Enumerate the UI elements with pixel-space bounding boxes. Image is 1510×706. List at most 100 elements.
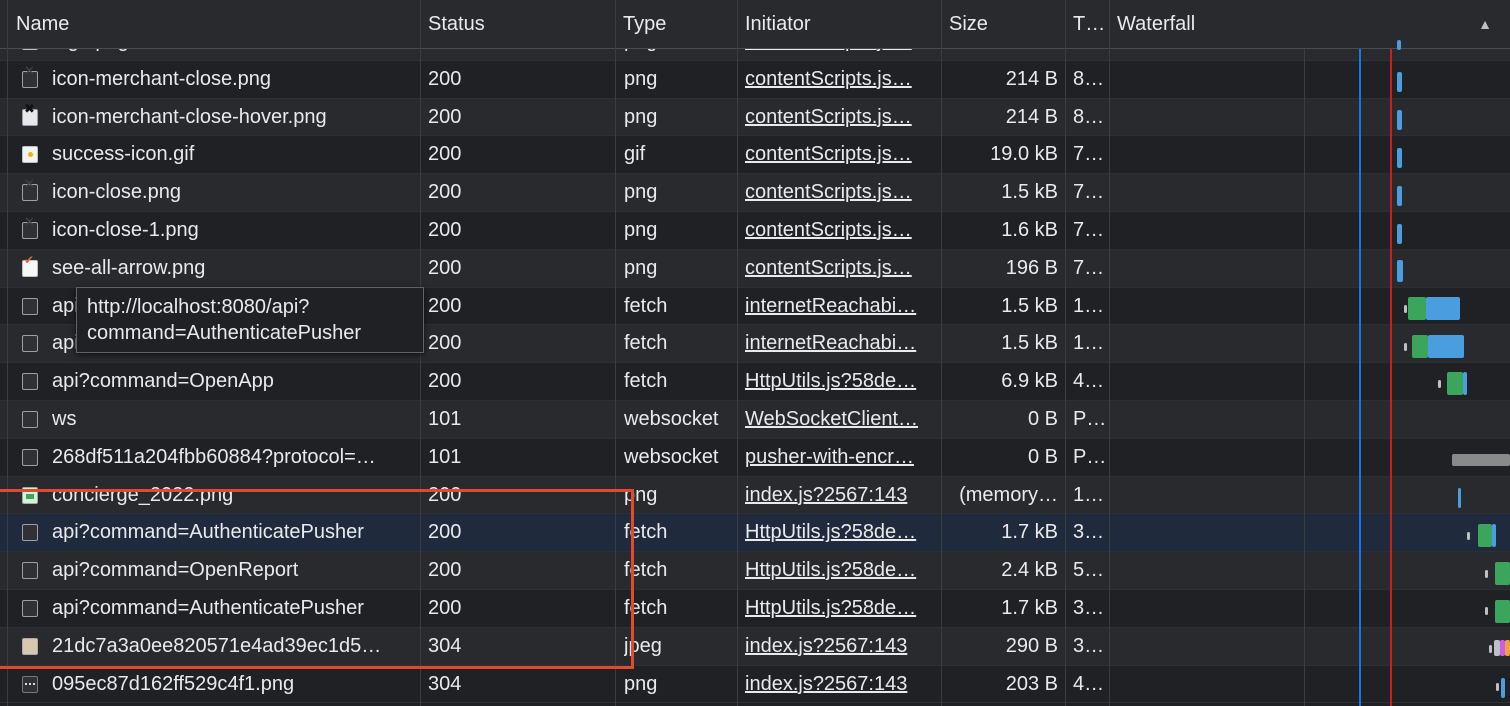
waterfall-load-line [1390,49,1392,706]
waterfall-timing-bar[interactable] [1452,454,1510,466]
column-header-size[interactable]: Size [941,0,1065,48]
waterfall-timing-bar[interactable] [1408,297,1426,320]
request-type: png [624,181,658,204]
request-name: 268df511a204fbb60884?protocol=… [52,445,376,468]
column-header-time[interactable]: T… [1065,0,1109,48]
request-initiator-link[interactable]: HttpUtils.js?58de… [745,363,935,400]
column-header-initiator[interactable]: Initiator [737,0,941,48]
table-row[interactable]: icon-close-1.png 200 png contentScripts.js…… [0,211,1510,250]
waterfall-timing-bar[interactable] [1397,110,1402,130]
waterfall-timing-bar[interactable] [1478,524,1492,547]
request-type: fetch [624,596,668,619]
document-icon [22,410,38,428]
request-size: (memory… [959,483,1058,506]
image-icon [22,675,38,693]
request-status: 200 [428,294,462,317]
waterfall-timing-bar[interactable] [1397,148,1402,168]
request-initiator-link[interactable]: HttpUtils.js?58de… [745,514,935,551]
waterfall-timing-bar[interactable] [1397,260,1403,282]
waterfall-timing-bar[interactable] [1397,224,1402,244]
waterfall-timing-bar[interactable] [1485,607,1488,615]
column-header-type[interactable]: Type [615,0,737,48]
table-row[interactable]: api?command=OpenApp 200 fetch HttpUtils.js?… [0,363,1510,401]
waterfall-timing-bar[interactable] [1438,380,1441,388]
request-size: 214 B [1005,105,1058,128]
waterfall-timing-bar[interactable] [1467,532,1470,540]
request-name: see-all-arrow.png [52,256,206,279]
table-row[interactable]: 268df511a204fbb60884?protocol=… 101 websoc… [0,438,1510,477]
request-initiator-link[interactable]: index.js?2567:143 [745,477,935,514]
column-divider[interactable] [941,0,942,706]
waterfall-timing-bar[interactable] [1397,40,1401,50]
request-time: 3… [1073,634,1105,657]
request-time: 8… [1073,67,1105,90]
waterfall-timing-bar[interactable] [1447,372,1463,395]
request-initiator-link[interactable]: HttpUtils.js?58de… [745,590,935,627]
request-initiator-link[interactable]: HttpUtils.js?58de… [745,552,935,589]
request-size: 1.5 kB [1001,294,1058,317]
table-row[interactable]: 095ec87d162ff529c4f1.png 304 png index.js?2… [0,665,1510,704]
column-header-waterfall[interactable]: Waterfall [1109,0,1510,48]
request-initiator-link[interactable]: internetReachabi… [745,288,935,325]
waterfall-timing-bar[interactable] [1489,645,1492,653]
request-time: 1… [1073,483,1105,506]
waterfall-timing-bar[interactable] [1495,600,1510,623]
request-initiator-link[interactable]: contentScripts.js… [745,174,935,211]
waterfall-timing-bar[interactable] [1485,570,1488,578]
waterfall-timing-bar[interactable] [1428,335,1464,358]
request-name: logo.png [52,49,414,60]
gif-icon [22,146,38,164]
waterfall-timing-bar[interactable] [1505,640,1510,656]
document-icon [22,335,38,353]
request-status: 200 [428,332,462,355]
sort-ascending-icon[interactable]: ▲ [1478,0,1492,48]
request-status: 304 [428,672,462,695]
table-row[interactable]: icon-close.png 200 png contentScripts.js… 1.… [0,174,1510,212]
request-type: fetch [624,521,668,544]
request-initiator-link[interactable]: contentScripts.js… [745,250,935,287]
request-size: 196 B [1005,256,1058,279]
request-type: fetch [624,332,668,355]
column-divider[interactable] [1065,0,1066,706]
table-row[interactable]: icon-merchant-close.png 200 png contentScri… [0,60,1510,99]
request-status: 200 [428,143,462,166]
tooltip-line-1: http://localhost:8080/api? [87,296,310,318]
table-row[interactable]: success-icon.gif 200 gif contentScripts.js…… [0,136,1510,175]
request-initiator-link[interactable]: index.js?2567:143 [745,666,935,703]
request-initiator-link[interactable]: WebSocketClient… [745,401,935,438]
waterfall-timing-bar[interactable] [1404,343,1407,351]
request-initiator-link[interactable]: contentScripts.js… [745,212,935,249]
waterfall-timing-bar[interactable] [1426,297,1460,320]
waterfall-timing-bar[interactable] [1492,524,1496,547]
column-divider[interactable] [737,0,738,706]
request-time: 3… [1073,596,1105,619]
waterfall-timing-bar[interactable] [1397,72,1402,92]
request-type: png [624,483,658,506]
request-name: icon-close-1.png [52,218,199,241]
waterfall-timing-bar[interactable] [1501,678,1505,698]
request-initiator-link[interactable]: contentScripts.js… [745,61,935,98]
column-header-name[interactable]: Name [8,0,420,48]
waterfall-timing-bar[interactable] [1397,186,1402,206]
request-initiator-link[interactable]: internetReachabi… [745,325,935,362]
request-initiator-link[interactable]: contentScripts.js… [745,99,935,136]
waterfall-timing-bar[interactable] [1463,372,1467,395]
waterfall-timing-bar[interactable] [1496,683,1499,691]
request-initiator-link[interactable]: contentScripts.js… [745,49,935,60]
table-row[interactable]: icon-merchant-close-hover.png 200 png conte… [0,98,1510,137]
waterfall-timing-bar[interactable] [1412,335,1428,358]
column-divider[interactable] [1109,0,1110,706]
request-initiator-link[interactable]: pusher-with-encr… [745,439,935,476]
column-header-status[interactable]: Status [420,0,615,48]
request-type: jpeg [624,634,662,657]
request-initiator-link[interactable]: index.js?2567:143 [745,628,935,665]
table-row[interactable]: ws 101 websocket WebSocketClient… 0 B P… [0,400,1510,439]
document-icon [22,448,38,466]
request-initiator-link[interactable]: contentScripts.js… [745,136,935,173]
table-row[interactable]: see-all-arrow.png 200 png contentScripts.js… [0,249,1510,288]
waterfall-timing-bar[interactable] [1495,562,1510,585]
waterfall-timing-bar[interactable] [1458,488,1461,508]
request-time: 7… [1073,256,1105,279]
table-row[interactable]: logo.png 200 png contentScripts.js… 5.4 kB 2… [0,49,1510,61]
waterfall-timing-bar[interactable] [1404,305,1407,313]
